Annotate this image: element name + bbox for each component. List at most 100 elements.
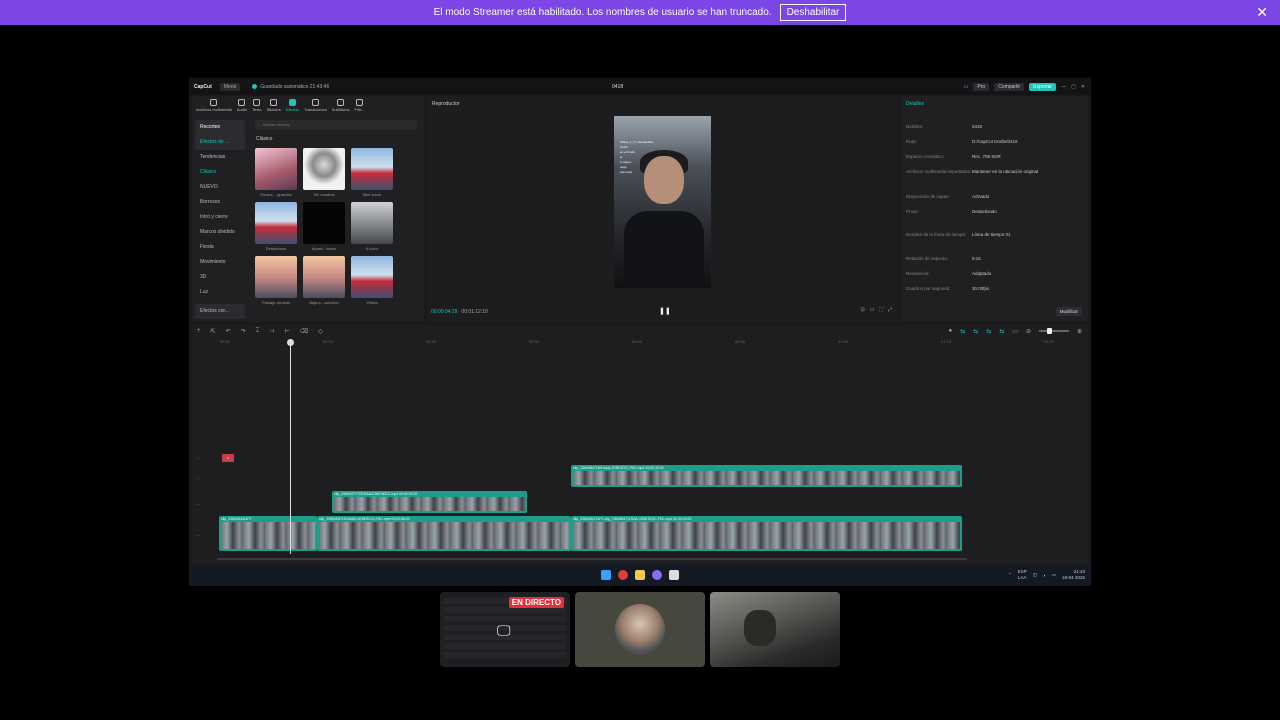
detail-row: Ruta: D:/CapCut Drafts/0418 xyxy=(906,139,1018,144)
pause-icon[interactable]: ❚❚ xyxy=(659,307,671,315)
network-icon[interactable]: ◫ xyxy=(1033,572,1037,578)
tab-transitions[interactable]: Transiciones xyxy=(304,99,327,113)
effects-search-input[interactable]: Buscar efectos xyxy=(255,120,417,130)
fit-icon[interactable]: ⛶ xyxy=(879,307,883,313)
category-item[interactable]: Intro y cierre xyxy=(195,210,245,225)
effect-thumb[interactable]: Mini zoom xyxy=(351,148,393,200)
video-clip[interactable]: clip_2369484411F2 xyxy=(219,516,317,551)
pro-button[interactable]: Pro xyxy=(973,82,990,91)
participant-tile[interactable] xyxy=(575,592,705,667)
zoom-fit-icon[interactable]: ⊕ xyxy=(1077,328,1082,335)
time-ruler[interactable]: 00:00 00:10 00:20 00:30 00:40 00:50 01:0… xyxy=(220,339,1080,347)
effect-thumb[interactable]: Puntos ...grandes xyxy=(255,148,297,200)
mic-icon[interactable]: ● xyxy=(949,328,953,334)
marker-icon[interactable]: ◇ xyxy=(318,328,323,335)
discord-icon[interactable] xyxy=(652,570,662,580)
category-item[interactable]: Borrosos xyxy=(195,195,245,210)
tab-audio[interactable]: Audio xyxy=(237,99,247,113)
category-item[interactable]: Marcos dividido xyxy=(195,225,245,240)
effect-thumb[interactable]: Viñeta xyxy=(351,256,393,308)
media-tabs: Archivos multimedia Audio Texto Stickers… xyxy=(192,96,424,116)
language-indicator[interactable]: ESP LAA xyxy=(1018,569,1027,581)
preview-axis-icon[interactable]: ⇆ xyxy=(999,328,1004,335)
redo-icon[interactable]: ↷ xyxy=(241,328,246,335)
zoom-out-icon[interactable]: ⊖ xyxy=(1026,328,1031,335)
menu-button[interactable]: Menú xyxy=(219,82,241,91)
category-item[interactable]: Efectos de ... xyxy=(195,135,245,150)
tab-subtitles[interactable]: Subtítulos xyxy=(332,99,350,113)
split-icon[interactable]: ⌶ xyxy=(256,328,260,335)
undo-icon[interactable]: ↶ xyxy=(226,328,231,335)
share-button[interactable]: Compartir xyxy=(994,82,1025,91)
battery-icon[interactable]: ▭ xyxy=(1052,572,1056,578)
crop-icon[interactable]: ▭ xyxy=(870,307,875,313)
detail-row: Archivos multimedia importados: Mantener … xyxy=(906,169,1039,174)
disable-streamer-button[interactable]: Deshabilitar xyxy=(779,4,847,21)
effect-thumb[interactable]: A color xyxy=(351,202,393,254)
video-clip[interactable]: clip_2369468711S4AA9-1E8E3C0C-F5C.mp4 00… xyxy=(317,516,571,551)
folder-icon[interactable] xyxy=(635,570,645,580)
effect-thumb[interactable]: Sin cuadros xyxy=(303,148,345,200)
volume-icon[interactable]: ◖ xyxy=(1043,573,1046,578)
category-item[interactable]: Tendencias xyxy=(195,150,245,165)
autosave-icon xyxy=(252,84,258,89)
track-lock-icon[interactable]: — xyxy=(197,532,201,537)
fullscreen-icon[interactable]: ⤢ xyxy=(888,307,892,313)
ruler-tick: 00:40 xyxy=(632,339,643,344)
tab-filters[interactable]: Filtr... xyxy=(355,99,364,113)
windows-start-icon[interactable] xyxy=(601,570,611,580)
marker-tag[interactable]: ● xyxy=(222,454,234,462)
sticker-icon xyxy=(270,99,278,106)
video-preview[interactable]: sofiaa_1_7 | intentándolo sinoiii en el … xyxy=(614,116,711,288)
split-right-icon[interactable]: ⊢ xyxy=(284,328,289,335)
delete-icon[interactable]: ⌫ xyxy=(300,328,308,335)
tab-text[interactable]: Texto xyxy=(252,99,262,113)
magnet-icon[interactable]: ⇆ xyxy=(973,328,978,335)
add-icon[interactable]: + xyxy=(197,328,201,335)
effect-thumb[interactable]: Aparic...tenue xyxy=(303,202,345,254)
timeline-scrollbar[interactable] xyxy=(217,558,967,560)
category-item[interactable]: Movimiento xyxy=(195,255,245,270)
clock[interactable]: 21:43 18-04-2026 xyxy=(1062,569,1085,581)
category-item[interactable]: Clásico xyxy=(195,165,245,180)
window-close-icon[interactable]: ✕ xyxy=(1081,84,1085,90)
effect-thumb[interactable]: Desenfocar xyxy=(255,202,297,254)
select-icon[interactable]: ⇱ xyxy=(211,328,216,335)
maximize-icon[interactable]: ▢ xyxy=(1071,84,1076,90)
snap-icon[interactable]: ⇆ xyxy=(986,328,991,335)
effect-thumb[interactable]: Paisaje cerrado xyxy=(255,256,297,308)
track-lock-icon[interactable]: — xyxy=(197,475,201,480)
category-item[interactable]: Recortes xyxy=(195,120,245,135)
split-left-icon[interactable]: ⊣ xyxy=(269,328,274,335)
category-item[interactable]: NUEVO xyxy=(195,180,245,195)
track-lock-icon[interactable]: — xyxy=(197,455,201,460)
close-icon[interactable]: ✕ xyxy=(1256,4,1268,21)
filters-icon xyxy=(355,99,363,106)
modify-button[interactable]: Modificar xyxy=(1055,307,1082,316)
layout-icon[interactable]: ▭ xyxy=(964,84,969,90)
link-icon[interactable]: ⇆ xyxy=(960,328,965,335)
category-item[interactable]: Efectos cor... xyxy=(195,304,245,319)
track-lock-icon[interactable]: — xyxy=(197,501,201,506)
playhead[interactable] xyxy=(287,339,294,554)
zoom-slider[interactable] xyxy=(1038,328,1069,334)
export-button[interactable]: Exportar xyxy=(1029,82,1057,91)
category-item[interactable]: Luz xyxy=(195,285,245,300)
effect-thumb[interactable]: Baja a...solución xyxy=(303,256,345,308)
capcut-icon[interactable] xyxy=(669,570,679,580)
tab-effects[interactable]: Efectos xyxy=(286,99,299,113)
video-clip[interactable]: clip_2369437YTSFDAA4766Y3EEC.mp4 00:00:2… xyxy=(332,491,527,513)
chevron-up-icon[interactable]: ⌃ xyxy=(1008,572,1012,578)
video-clip[interactable]: clip_2369484711F1 clip_2369484711SAA-1E8… xyxy=(571,516,962,551)
camera-tile[interactable] xyxy=(710,592,840,667)
browser-icon[interactable] xyxy=(618,570,628,580)
category-item[interactable]: 3D xyxy=(195,270,245,285)
screen-share-tile[interactable]: EN DIRECTO 🖵 xyxy=(440,592,570,667)
ratio-icon[interactable]: ⊡ xyxy=(861,307,865,313)
caption-icon[interactable]: ▭ xyxy=(1012,328,1018,335)
video-clip[interactable]: clip_2369484715H:AAA-1E8E3C0C-F5C.mp4 00… xyxy=(571,465,962,487)
tab-media[interactable]: Archivos multimedia xyxy=(196,99,232,113)
minimize-icon[interactable]: — xyxy=(1061,84,1066,90)
tab-stickers[interactable]: Stickers xyxy=(267,99,281,113)
category-item[interactable]: Fiesta xyxy=(195,240,245,255)
